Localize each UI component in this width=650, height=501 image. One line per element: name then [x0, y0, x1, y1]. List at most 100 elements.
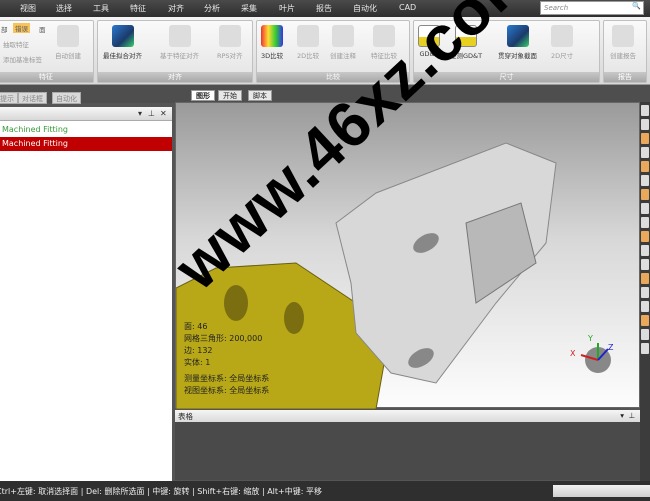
feature-compare-label: 特征比较: [371, 52, 397, 60]
view-button[interactable]: [641, 231, 649, 242]
tree-item-selected[interactable]: Machined Fitting: [0, 137, 172, 151]
2d-compare-button[interactable]: 2D比较: [297, 25, 319, 60]
view-button[interactable]: [641, 161, 649, 172]
3d-compare-button[interactable]: 3D比较: [261, 25, 283, 60]
face-count: 面: 46: [184, 322, 208, 331]
menu-feature[interactable]: 特征: [130, 3, 146, 14]
probe-gdt-label: 硬测GD&T: [450, 52, 483, 60]
annotation-icon: [332, 25, 354, 47]
create-annotation-button[interactable]: 创建注释: [330, 25, 356, 60]
view-button[interactable]: [641, 175, 649, 186]
view-button[interactable]: [641, 203, 649, 214]
2d-dimension-button[interactable]: 2D尺寸: [551, 25, 573, 60]
status-bar: Ctrl+左键: 取消选择面 | Del: 删除所选面 | 中键: 旋转 | S…: [0, 481, 650, 501]
graphics-viewport[interactable]: Y X Z 面: 46 网格三角形: 200,000 边: 132 实体: 1 …: [175, 102, 640, 409]
view-button[interactable]: [641, 217, 649, 228]
panel-header: ▾ ⊥ ✕: [0, 107, 172, 121]
tab-automation[interactable]: 自动化: [52, 92, 81, 104]
status-hint-text: Ctrl+左键: 取消选择面 | Del: 删除所选面 | 中键: 旋转 | S…: [0, 487, 322, 496]
add-datum-label-button[interactable]: 添加基准标签: [3, 54, 42, 64]
face-toggle[interactable]: 面: [39, 24, 46, 34]
menu-cad[interactable]: CAD: [399, 3, 416, 12]
dropdown-icon[interactable]: ▾: [138, 109, 142, 118]
report-group-label: 报告: [604, 72, 646, 82]
best-fit-icon: [111, 25, 134, 47]
view-button[interactable]: [641, 105, 649, 116]
3d-compare-icon: [261, 25, 284, 47]
view-button[interactable]: [641, 301, 649, 312]
search-icon[interactable]: 🔍: [632, 2, 641, 10]
menu-analysis[interactable]: 分析: [204, 3, 220, 14]
menu-bar: 视图 选择 工具 特征 对齐 分析 采集 叶片 报告 自动化 CAD Searc…: [0, 0, 650, 17]
probe-gdt-button[interactable]: 硬测GD&T: [450, 25, 482, 60]
section-button[interactable]: 贯穿对象截面: [498, 25, 537, 60]
tab-script[interactable]: 脚本: [248, 90, 272, 101]
3d-compare-label: 3D比较: [261, 52, 284, 60]
menu-automation[interactable]: 自动化: [353, 3, 377, 14]
menu-tools[interactable]: 工具: [93, 3, 109, 14]
edge-count: 边: 132: [184, 346, 213, 355]
view-button[interactable]: [641, 343, 649, 354]
feature-compare-icon: [373, 25, 395, 47]
view-button[interactable]: [641, 259, 649, 270]
dropdown-icon[interactable]: ▾: [620, 411, 624, 420]
view-button[interactable]: [641, 273, 649, 284]
create-report-button[interactable]: 创建报告: [610, 25, 636, 60]
view-button[interactable]: [641, 287, 649, 298]
compare-group-label: 比较: [257, 72, 409, 82]
best-fit-align-button[interactable]: 最佳拟合对齐: [103, 25, 142, 60]
tab-hints[interactable]: 提示: [0, 92, 18, 104]
section-icon: [506, 25, 529, 47]
section-label: 贯穿对象截面: [498, 52, 537, 60]
menu-report[interactable]: 报告: [316, 3, 332, 14]
part-toggle[interactable]: 部: [1, 24, 8, 34]
model-tree-panel: ▾ ⊥ ✕ Machined Fitting Machined Fitting: [0, 107, 172, 481]
view-button[interactable]: [641, 245, 649, 256]
report-group: 创建报告 报告: [603, 20, 647, 83]
menu-align[interactable]: 对齐: [168, 3, 184, 14]
gdt-icon: [418, 25, 440, 47]
view-button[interactable]: [641, 189, 649, 200]
probe-gdt-icon: [455, 25, 478, 47]
pin-icon[interactable]: ⊥: [628, 411, 635, 420]
gdt-button[interactable]: GD&T: [418, 25, 440, 58]
pin-icon[interactable]: ⊥: [148, 109, 155, 118]
axis-x-label: X: [570, 349, 576, 358]
solid-count: 实体: 1: [184, 358, 211, 367]
view-button[interactable]: [641, 147, 649, 158]
rps-align-button[interactable]: RPS对齐: [217, 25, 243, 60]
menu-select[interactable]: 选择: [56, 3, 72, 14]
align-group-label: 对齐: [98, 72, 252, 82]
rps-align-label: RPS对齐: [217, 52, 243, 60]
view-button[interactable]: [641, 133, 649, 144]
right-toolbar: [640, 102, 650, 482]
2d-compare-label: 2D比较: [297, 52, 320, 60]
feature-compare-button[interactable]: 特征比较: [371, 25, 397, 60]
best-fit-label: 最佳拟合对齐: [103, 52, 142, 60]
table-panel: 表格 ▾ ⊥: [175, 410, 640, 480]
search-placeholder: Search: [544, 4, 569, 12]
search-input[interactable]: Search 🔍: [540, 1, 644, 15]
extract-feature-button[interactable]: 抽取特征: [3, 39, 29, 49]
auto-create-button[interactable]: 自动创建: [55, 25, 81, 60]
menu-view[interactable]: 视图: [20, 3, 36, 14]
feature-align-label: 基于特征对齐: [160, 52, 199, 60]
tab-graphics[interactable]: 图形: [191, 90, 215, 101]
error-toggle[interactable]: 错误: [13, 23, 30, 33]
dock-bar: 提示 对话框 自动化 图形 开始 脚本: [0, 85, 650, 104]
tree-item-root[interactable]: Machined Fitting: [0, 123, 172, 137]
feature-group-label: 特征: [0, 72, 93, 82]
gdt-label: GD&T: [419, 50, 439, 58]
model-info: 面: 46 网格三角形: 200,000 边: 132 实体: 1 测量坐标系:…: [184, 321, 269, 397]
close-icon[interactable]: ✕: [160, 109, 167, 118]
menu-capture[interactable]: 采集: [241, 3, 257, 14]
view-button[interactable]: [641, 315, 649, 326]
view-button[interactable]: [641, 329, 649, 340]
view-button[interactable]: [641, 119, 649, 130]
tab-dialog[interactable]: 对话框: [18, 92, 47, 104]
tab-start[interactable]: 开始: [218, 90, 242, 101]
menu-blade[interactable]: 叶片: [279, 3, 295, 14]
mesh-triangle-count: 网格三角形: 200,000: [184, 334, 263, 343]
dimension-group-label: 尺寸: [414, 72, 599, 82]
feature-align-button[interactable]: 基于特征对齐: [160, 25, 199, 60]
